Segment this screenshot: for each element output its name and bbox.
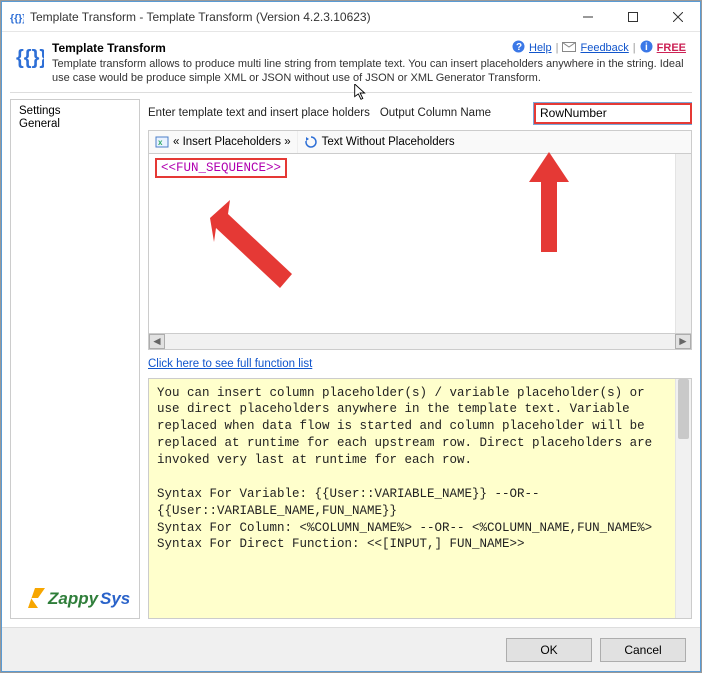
main-panel: Enter template text and insert place hol… xyxy=(148,99,692,619)
help-text[interactable]: You can insert column placeholder(s) / v… xyxy=(149,379,675,618)
info-icon: i xyxy=(640,40,653,56)
title-bar: {{}} Template Transform - Template Trans… xyxy=(2,2,700,32)
editor-vertical-scrollbar[interactable] xyxy=(675,154,691,333)
template-label: Enter template text and insert place hol… xyxy=(148,107,370,119)
output-column-input[interactable] xyxy=(534,103,692,124)
svg-text:{{}}: {{}} xyxy=(16,47,44,69)
maximize-button[interactable] xyxy=(610,2,655,31)
help-link[interactable]: Help xyxy=(529,42,552,54)
dialog-window: {{}} Template Transform - Template Trans… xyxy=(1,1,701,672)
scroll-left-icon[interactable]: ◄ xyxy=(149,334,165,349)
help-links: ? Help | Feedback | i FREE xyxy=(512,40,686,56)
svg-text:Sys: Sys xyxy=(100,589,130,608)
insert-placeholders-button[interactable]: x « Insert Placeholders » xyxy=(149,131,298,153)
text-without-placeholders-button[interactable]: Text Without Placeholders xyxy=(298,131,461,153)
zappysys-logo: Zappy Sys xyxy=(20,584,130,615)
minimize-button[interactable] xyxy=(565,2,610,31)
help-icon: ? xyxy=(512,40,525,56)
header-description: Template transform allows to produce mul… xyxy=(52,57,686,86)
body: Settings General Enter template text and… xyxy=(2,99,700,627)
header: {{}} Template Transform ? Help | Feedbac… xyxy=(2,32,700,92)
divider xyxy=(10,92,692,93)
editor-horizontal-scrollbar[interactable]: ◄ ► xyxy=(148,334,692,350)
editor-toolbar: x « Insert Placeholders » Text Without P… xyxy=(148,130,692,154)
help-vertical-scrollbar[interactable] xyxy=(675,379,691,618)
svg-text:Zappy: Zappy xyxy=(47,589,100,608)
app-icon: {{}} xyxy=(10,10,24,24)
header-icon: {{}} xyxy=(16,42,44,70)
mail-icon xyxy=(562,42,576,55)
output-column-label: Output Column Name xyxy=(380,107,491,119)
placeholder-token: <<FUN_SEQUENCE>> xyxy=(155,158,287,178)
footer: OK Cancel xyxy=(2,627,700,671)
feedback-link[interactable]: Feedback xyxy=(580,42,628,54)
window-title: Template Transform - Template Transform … xyxy=(30,10,565,24)
sidebar: Settings General xyxy=(10,99,140,619)
variable-icon: x xyxy=(155,135,169,149)
svg-text:i: i xyxy=(645,42,648,53)
close-button[interactable] xyxy=(655,2,700,31)
template-editor[interactable]: <<FUN_SEQUENCE>> xyxy=(148,154,692,334)
cancel-button[interactable]: Cancel xyxy=(600,638,686,662)
ok-button[interactable]: OK xyxy=(506,638,592,662)
free-link[interactable]: FREE xyxy=(657,42,686,54)
svg-text:x: x xyxy=(158,138,163,147)
scroll-right-icon[interactable]: ► xyxy=(675,334,691,349)
function-list-link[interactable]: Click here to see full function list xyxy=(148,358,692,370)
svg-text:?: ? xyxy=(516,42,522,53)
sidebar-item-settings[interactable]: Settings xyxy=(19,105,131,117)
header-title: Template Transform xyxy=(52,41,512,55)
svg-text:{{}}: {{}} xyxy=(10,12,24,24)
refresh-icon xyxy=(304,135,318,149)
help-text-panel: You can insert column placeholder(s) / v… xyxy=(148,378,692,619)
sidebar-item-general[interactable]: General xyxy=(19,118,131,130)
